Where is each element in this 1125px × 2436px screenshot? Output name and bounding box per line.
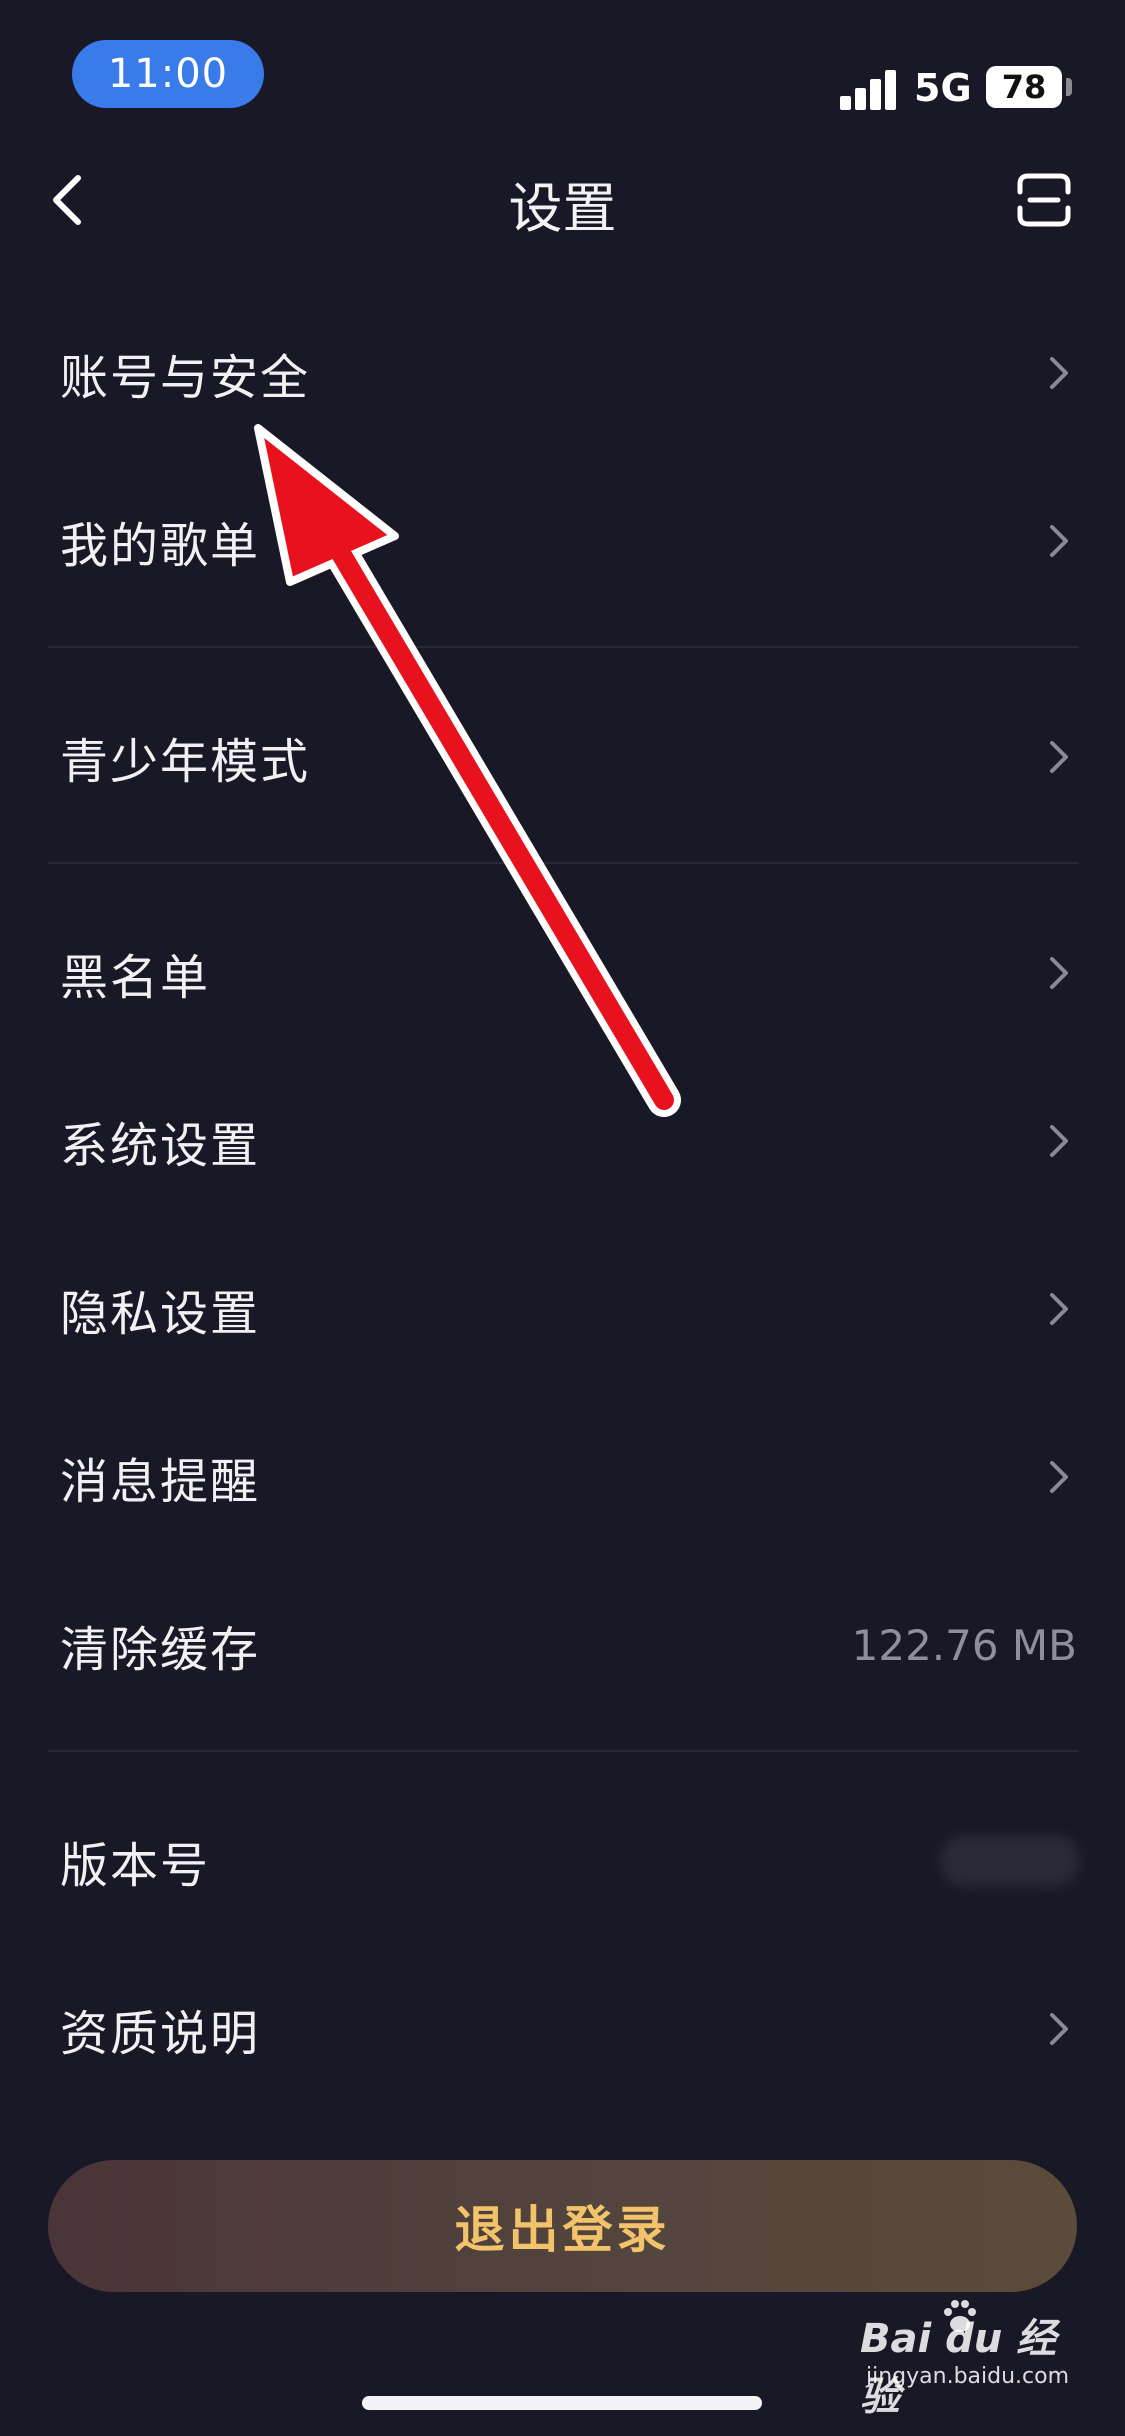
menu-item-privacy-settings[interactable]: 隐私设置 [0, 1244, 1125, 1374]
page-title: 设置 [508, 177, 617, 240]
logout-button[interactable]: 退出登录 [48, 2160, 1077, 2292]
home-indicator[interactable] [362, 2396, 762, 2410]
version-value-blurred [940, 1835, 1080, 1887]
watermark-url: jingyan.baidu.com [866, 2364, 1070, 2389]
cellular-signal-icon [840, 68, 898, 110]
menu-item-label: 版本号 [60, 1838, 211, 1894]
menu-item-message-reminder[interactable]: 消息提醒 [0, 1412, 1125, 1542]
chevron-right-icon [1050, 741, 1068, 773]
menu-item-label: 隐私设置 [60, 1286, 261, 1342]
scan-icon[interactable] [1014, 170, 1074, 230]
chevron-right-icon [1050, 2013, 1068, 2045]
divider [48, 862, 1078, 864]
status-time: 11:00 [72, 40, 264, 108]
menu-item-label: 我的歌单 [60, 518, 261, 574]
menu-item-account-security[interactable]: 账号与安全 [0, 308, 1125, 438]
chevron-right-icon [1050, 1125, 1068, 1157]
status-bar: 11:00 5G 78 [0, 0, 1125, 150]
menu-item-my-playlists[interactable]: 我的歌单 [0, 476, 1125, 606]
menu-item-label: 清除缓存 [60, 1622, 261, 1678]
menu-item-label: 账号与安全 [60, 350, 311, 406]
chevron-right-icon [1050, 357, 1068, 389]
menu-item-qualification[interactable]: 资质说明 [0, 1964, 1125, 2094]
cache-size-value: 122.76 MB [851, 1620, 1077, 1670]
menu-item-system-settings[interactable]: 系统设置 [0, 1076, 1125, 1206]
baidu-jingyan-watermark: Bai du 经验 jingyan.baidu.com [860, 2300, 1090, 2420]
menu-item-clear-cache[interactable]: 清除缓存 122.76 MB [0, 1580, 1125, 1710]
menu-item-version: 版本号 [0, 1796, 1125, 1926]
battery-cap [1066, 78, 1072, 96]
chevron-right-icon [1050, 957, 1068, 989]
chevron-right-icon [1050, 1293, 1068, 1325]
divider [48, 1750, 1078, 1752]
menu-item-label: 消息提醒 [60, 1454, 261, 1510]
chevron-right-icon [1050, 1461, 1068, 1493]
menu-item-teen-mode[interactable]: 青少年模式 [0, 692, 1125, 822]
battery-icon: 78 [986, 66, 1062, 108]
menu-item-label: 系统设置 [60, 1118, 261, 1174]
network-type: 5G [914, 66, 972, 110]
menu-item-label: 资质说明 [60, 2006, 261, 2062]
chevron-right-icon [1050, 525, 1068, 557]
menu-item-label: 青少年模式 [60, 734, 311, 790]
nav-bar: 设置 [0, 150, 1125, 250]
menu-item-label: 黑名单 [60, 950, 211, 1006]
menu-item-blacklist[interactable]: 黑名单 [0, 908, 1125, 1038]
divider [48, 646, 1078, 648]
